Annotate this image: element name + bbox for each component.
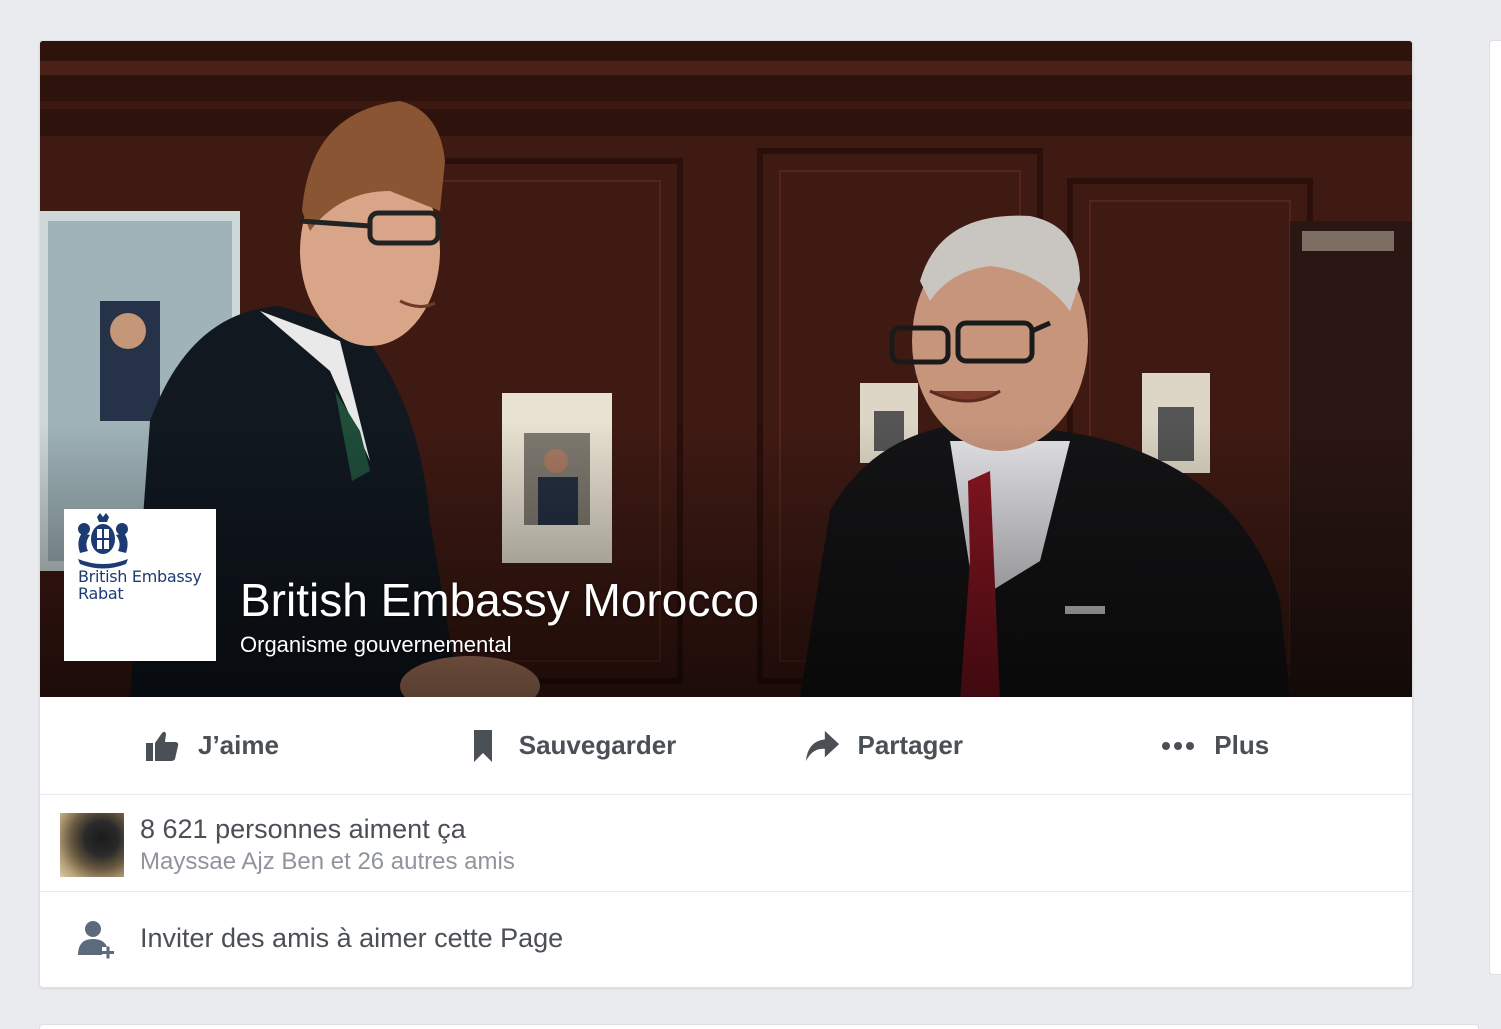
page-name[interactable]: British Embassy Morocco [240,573,759,627]
save-label: Sauvegarder [518,730,677,760]
like-button[interactable]: J’aime [40,697,398,795]
more-button[interactable]: Plus [1057,697,1412,795]
like-label: J’aime [198,730,279,760]
bookmark-icon [465,728,501,764]
likes-count[interactable]: 8 621 personnes aiment ça [140,814,466,845]
page-root: British Embassy Rabat British Embassy Mo… [0,0,1501,1029]
friend-avatar[interactable] [60,813,124,877]
next-card-edge [39,1024,1479,1029]
action-bar: J’aime Sauvegarder Partager Plus [40,697,1412,795]
likes-summary[interactable]: 8 621 personnes aiment ça Mayssae Ajz Be… [40,796,1412,892]
profile-picture[interactable]: British Embassy Rabat [64,509,216,661]
royal-crest-icon [78,513,128,569]
share-button[interactable]: Partager [719,697,1058,795]
invite-friends-row[interactable]: Inviter des amis à aimer cette Page [40,893,1412,987]
logo-text-line2: Rabat [78,584,124,603]
more-label: Plus [1214,730,1270,760]
more-dots-icon [1160,728,1196,764]
invite-friends-link[interactable]: Inviter des amis à aimer cette Page [140,923,563,954]
cover-photo[interactable]: British Embassy Rabat British Embassy Mo… [40,41,1412,697]
add-friend-icon [78,921,114,959]
page-header-card: British Embassy Rabat British Embassy Mo… [39,40,1413,988]
page-category[interactable]: Organisme gouvernemental [240,632,511,658]
share-label: Partager [857,730,964,760]
share-arrow-icon [804,728,840,764]
friends-who-like[interactable]: Mayssae Ajz Ben et 26 autres amis [140,848,515,876]
thumbs-up-icon [144,728,180,764]
right-column-card [1489,40,1501,975]
save-button[interactable]: Sauvegarder [398,697,719,795]
